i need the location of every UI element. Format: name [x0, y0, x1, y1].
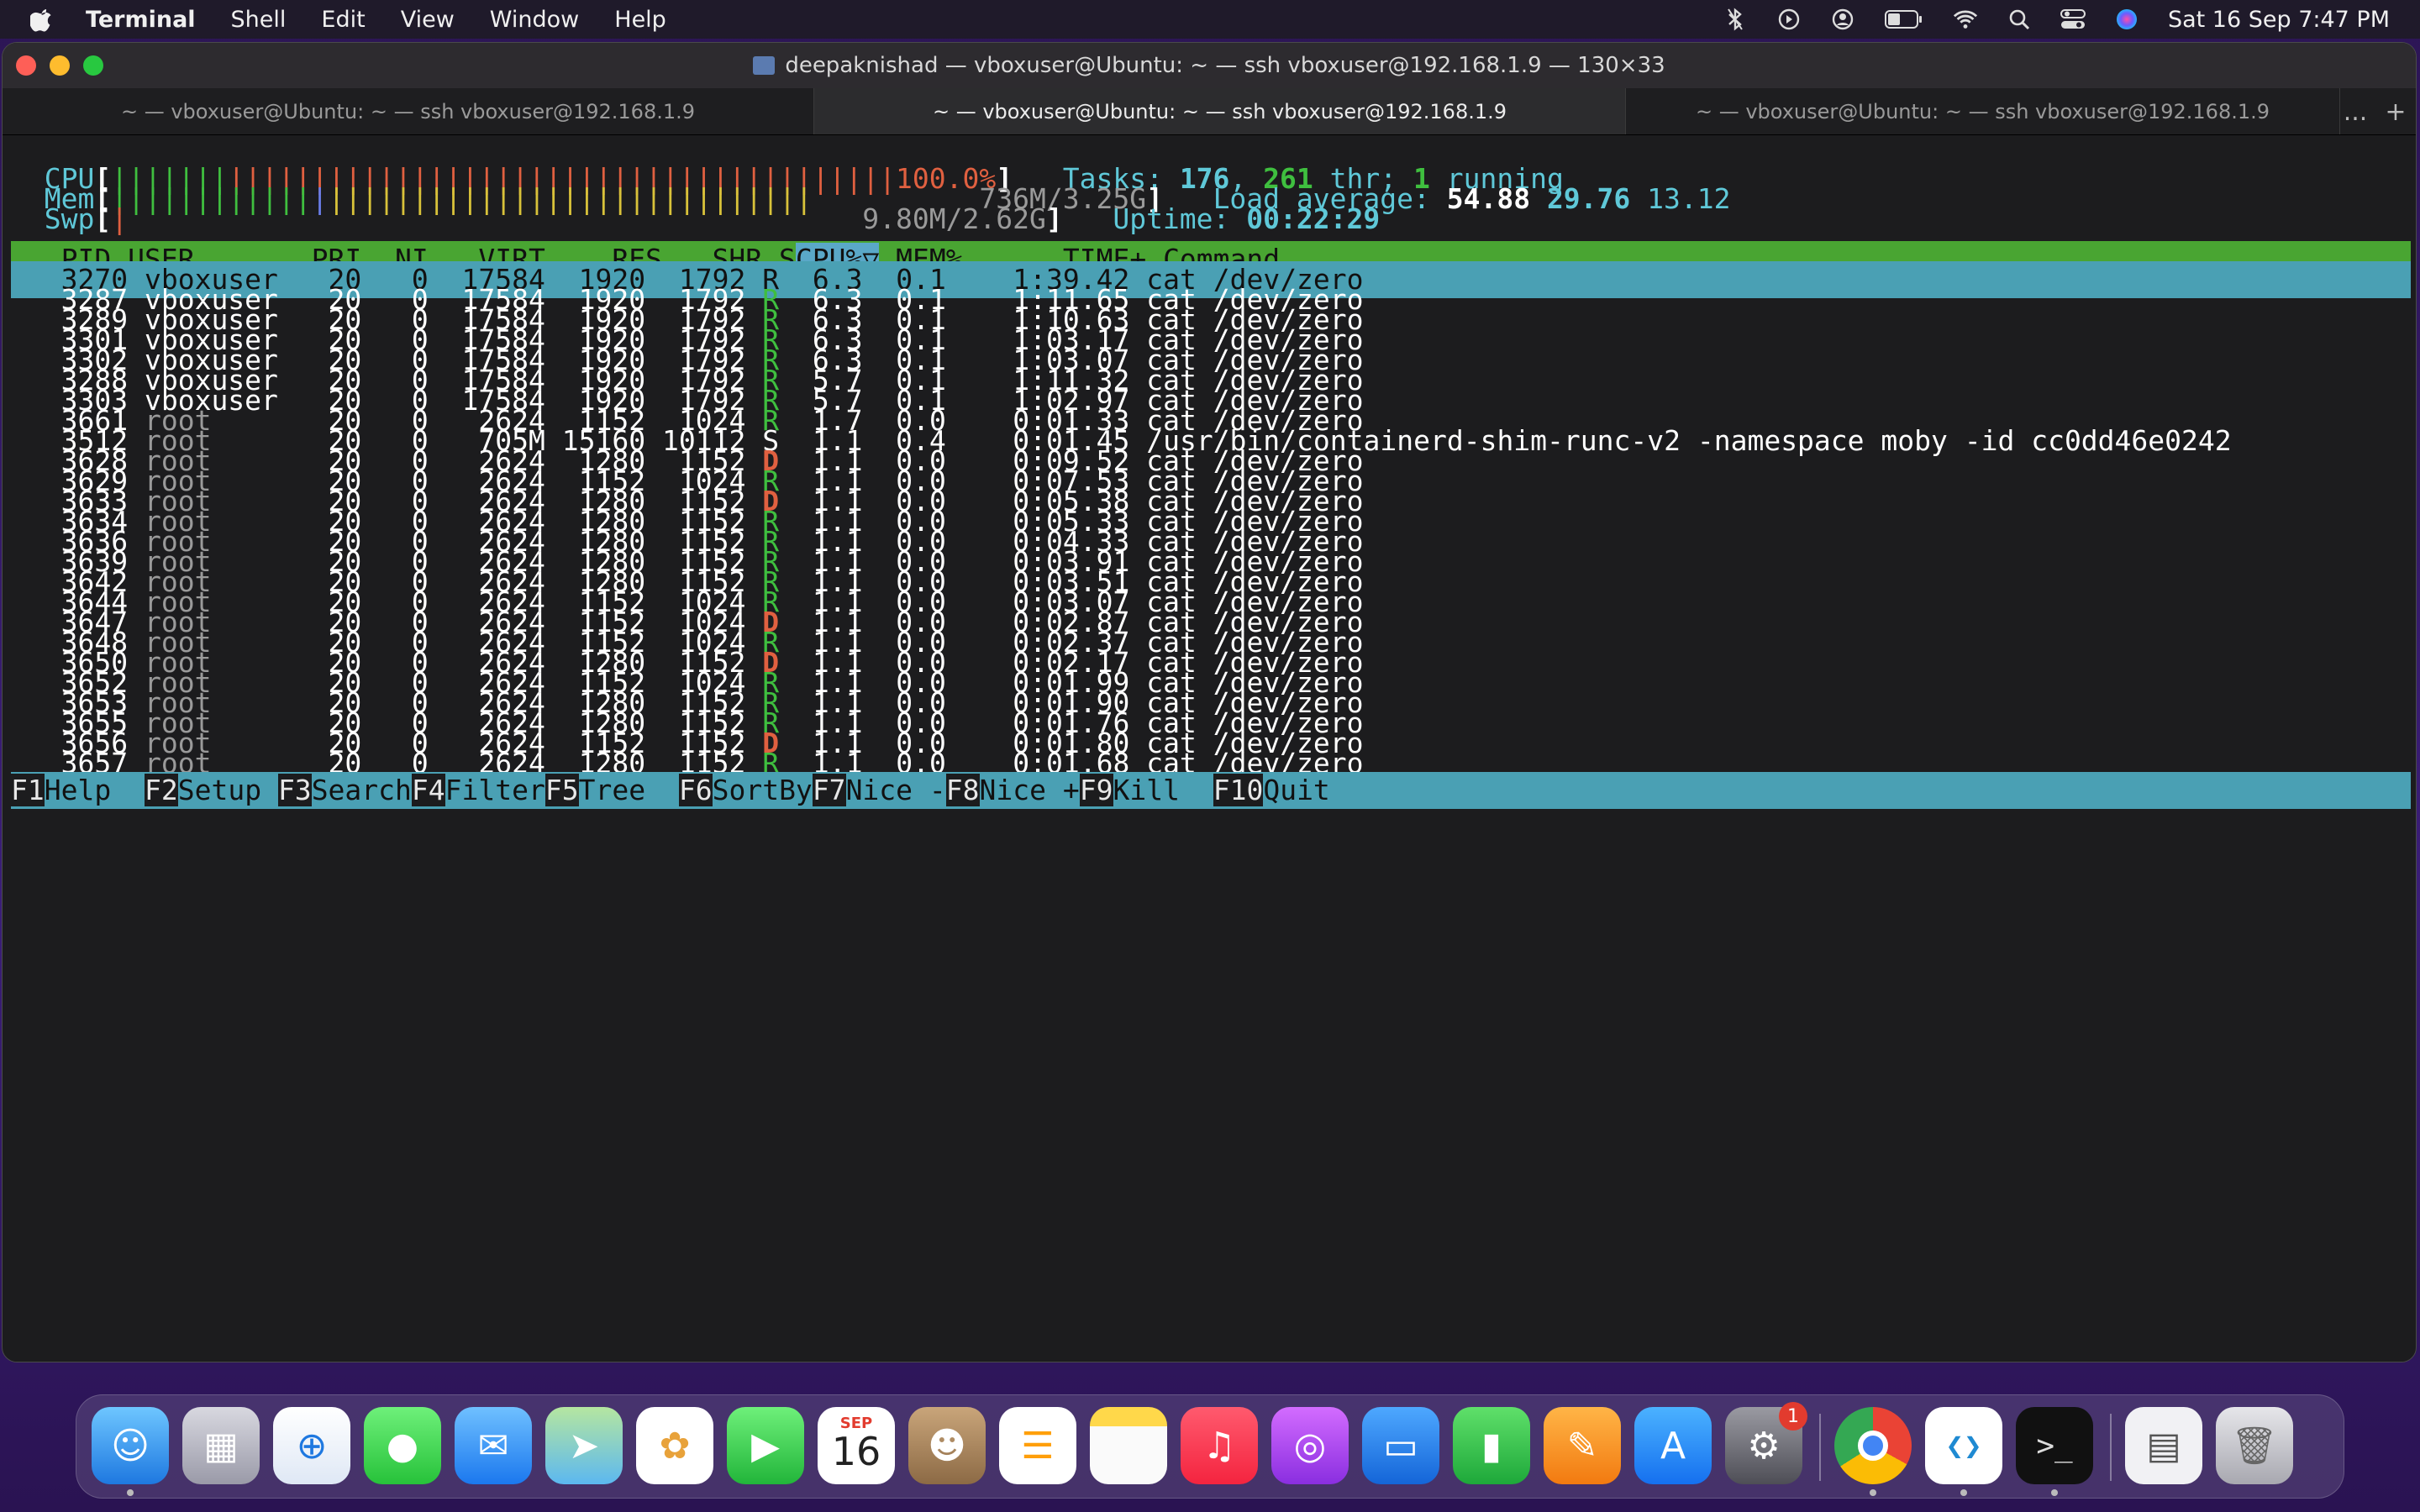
- window-titlebar[interactable]: deepaknishad — vboxuser@Ubuntu: ~ — ssh …: [3, 43, 2416, 88]
- fkey-label[interactable]: Kill: [1113, 774, 1213, 806]
- control-center-icon[interactable]: [2060, 7, 2086, 32]
- minimize-button[interactable]: [50, 55, 70, 76]
- podcasts-icon[interactable]: ◎: [1271, 1407, 1349, 1484]
- siri-icon[interactable]: [2114, 7, 2139, 32]
- tab-2-active[interactable]: ~ — vboxuser@Ubuntu: ~ — ssh vboxuser@19…: [814, 88, 1626, 134]
- messages-icon[interactable]: ●: [364, 1407, 441, 1484]
- apple-menu-icon[interactable]: [30, 6, 55, 33]
- chrome-icon[interactable]: [1834, 1407, 1912, 1484]
- tab-1[interactable]: ~ — vboxuser@Ubuntu: ~ — ssh vboxuser@19…: [3, 88, 814, 134]
- menu-app-name[interactable]: Terminal: [86, 7, 196, 33]
- fkey-f6[interactable]: F6: [678, 774, 713, 806]
- photos-icon[interactable]: ✿: [636, 1407, 713, 1484]
- menu-help[interactable]: Help: [614, 7, 666, 33]
- dock: ☺ ▦ ⊕ ● ✉ ➤ ✿ ▶ SEP 16 ☻ ☰ ♫ ◎ ▭ ▮ ✎ A ⚙ 1 ❮❯ >_ ▤ 🗑: [76, 1394, 2344, 1499]
- swp-label: Swp: [44, 202, 95, 235]
- notification-badge: 1: [1779, 1402, 1807, 1431]
- running-indicator: [2051, 1489, 2058, 1496]
- fkey-f2[interactable]: F2: [144, 774, 178, 806]
- tab-bar: ~ — vboxuser@Ubuntu: ~ — ssh vboxuser@19…: [3, 88, 2416, 135]
- menu-shell[interactable]: Shell: [231, 7, 287, 33]
- keynote-icon[interactable]: ▭: [1362, 1407, 1439, 1484]
- menu-bar: Terminal Shell Edit View Window Help Sat…: [0, 0, 2420, 39]
- reminders-icon[interactable]: ☰: [999, 1407, 1076, 1484]
- menubar-clock[interactable]: Sat 16 Sep 7:47 PM: [2168, 7, 2390, 33]
- fkey-label[interactable]: Quit: [1263, 774, 1329, 806]
- folder-icon: [753, 56, 776, 75]
- tab-overflow-button[interactable]: ...: [2335, 97, 2375, 127]
- menu-view[interactable]: View: [401, 7, 455, 33]
- close-button[interactable]: [16, 55, 36, 76]
- notes-icon[interactable]: [1090, 1407, 1167, 1484]
- wifi-icon[interactable]: [1953, 7, 1978, 32]
- terminal-icon[interactable]: >_: [2016, 1407, 2093, 1484]
- fkey-label[interactable]: Setup: [178, 774, 278, 806]
- battery-icon[interactable]: [1884, 7, 1924, 32]
- spotlight-search-icon[interactable]: [2007, 7, 2032, 32]
- bluetooth-icon[interactable]: [1723, 7, 1748, 32]
- maps-icon[interactable]: ➤: [545, 1407, 623, 1484]
- fkey-label[interactable]: Filter: [445, 774, 545, 806]
- fkey-label[interactable]: Search: [312, 774, 412, 806]
- launchpad-icon[interactable]: ▦: [182, 1407, 260, 1484]
- running-indicator: [1870, 1489, 1876, 1496]
- numbers-icon[interactable]: ▮: [1453, 1407, 1530, 1484]
- swp-meter: Swp[| 9.80M/2.62G] Uptime: 00:22:29: [44, 202, 1381, 235]
- fkey-label[interactable]: Nice -: [846, 774, 946, 806]
- calendar-icon[interactable]: SEP 16: [818, 1407, 895, 1484]
- fkey-f10[interactable]: F10: [1213, 774, 1264, 806]
- music-icon[interactable]: ♫: [1181, 1407, 1258, 1484]
- function-key-bar: F1Help F2Setup F3SearchF4FilterF5Tree F6…: [11, 772, 2411, 809]
- fkey-f3[interactable]: F3: [277, 774, 312, 806]
- uptime-label: Uptime:: [1113, 202, 1247, 235]
- app-store-icon[interactable]: A: [1634, 1407, 1712, 1484]
- contacts-icon[interactable]: ☻: [908, 1407, 986, 1484]
- menu-edit[interactable]: Edit: [321, 7, 365, 33]
- terminal-window: deepaknishad — vboxuser@Ubuntu: ~ — ssh …: [2, 42, 2417, 1362]
- tab-3[interactable]: ~ — vboxuser@Ubuntu: ~ — ssh vboxuser@19…: [1626, 88, 2340, 134]
- mail-icon[interactable]: ✉: [455, 1407, 532, 1484]
- system-settings-icon[interactable]: ⚙ 1: [1725, 1402, 1807, 1484]
- calendar-day: 16: [831, 1428, 881, 1474]
- swp-value: 9.80M/2.62G: [862, 202, 1046, 235]
- running-indicator: [1960, 1489, 1967, 1496]
- vscode-icon[interactable]: ❮❯: [1925, 1407, 2002, 1484]
- fkey-label[interactable]: Nice +: [980, 774, 1080, 806]
- fkey-label[interactable]: Tree: [579, 774, 679, 806]
- terminal-content[interactable]: CPU[||||||||||||||||||||||||||||||||||||…: [11, 137, 2411, 1362]
- zoom-button[interactable]: [83, 55, 103, 76]
- fkey-f1[interactable]: F1: [11, 774, 45, 806]
- trash-icon[interactable]: 🗑: [2216, 1407, 2293, 1484]
- dock-separator: [2110, 1414, 2112, 1481]
- window-title: deepaknishad — vboxuser@Ubuntu: ~ — ssh …: [785, 53, 1665, 78]
- play-status-icon[interactable]: [1776, 7, 1802, 32]
- finder-icon[interactable]: ☺: [92, 1407, 169, 1484]
- running-indicator: [127, 1489, 134, 1496]
- fkey-label[interactable]: Help: [45, 774, 145, 806]
- new-tab-button[interactable]: +: [2375, 97, 2416, 127]
- fkey-f4[interactable]: F4: [411, 774, 445, 806]
- safari-icon[interactable]: ⊕: [273, 1407, 350, 1484]
- fkey-f8[interactable]: F8: [945, 774, 980, 806]
- fkey-label[interactable]: SortBy: [713, 774, 813, 806]
- uptime-value: 00:22:29: [1246, 202, 1381, 235]
- menu-window[interactable]: Window: [490, 7, 579, 33]
- fkey-f7[interactable]: F7: [812, 774, 846, 806]
- dock-separator: [1819, 1414, 1821, 1481]
- facetime-icon[interactable]: ▶: [727, 1407, 804, 1484]
- pages-icon[interactable]: ✎: [1544, 1407, 1621, 1484]
- user-account-icon[interactable]: [1830, 7, 1855, 32]
- fkey-f5[interactable]: F5: [544, 774, 579, 806]
- preview-icon[interactable]: ▤: [2125, 1407, 2202, 1484]
- fkey-f9[interactable]: F9: [1079, 774, 1113, 806]
